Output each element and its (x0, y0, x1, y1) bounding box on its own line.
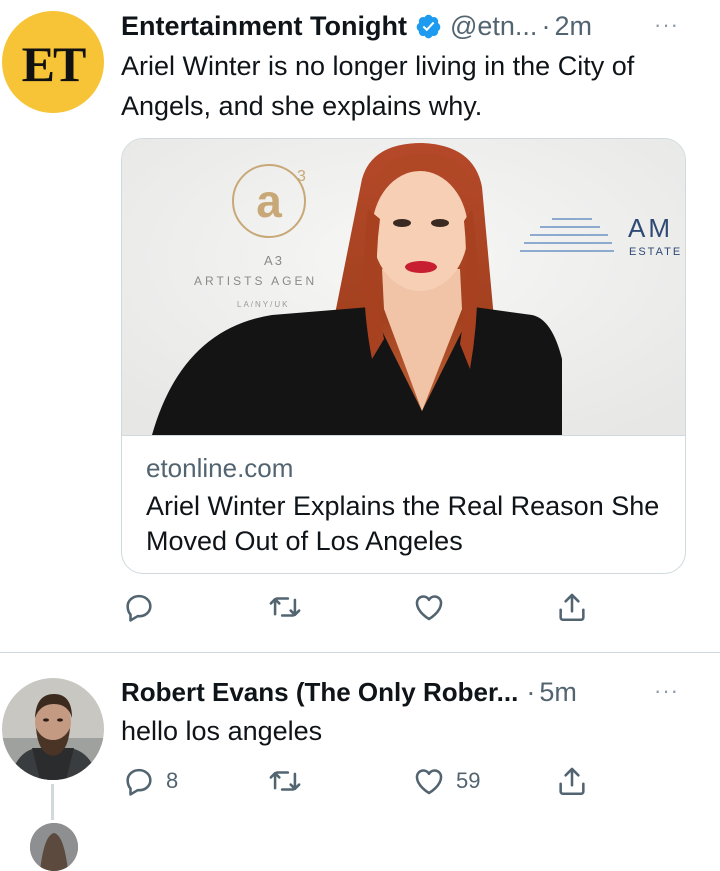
display-name[interactable]: Robert Evans (The Only Rober... (121, 677, 518, 708)
card-domain: etonline.com (146, 453, 294, 483)
verified-badge-icon (416, 14, 441, 38)
tweet-header: Entertainment Tonight @etn... · 2m (121, 6, 592, 46)
like-button[interactable]: 59 (412, 764, 480, 798)
share-button[interactable] (555, 590, 599, 624)
dot-separator: · (541, 10, 551, 41)
card-divider (122, 435, 685, 436)
reply-icon (126, 768, 152, 796)
retweet-icon (269, 771, 301, 791)
tweet-text: Ariel Winter is no longer living in the … (121, 51, 635, 121)
entertainment-tonight-avatar[interactable]: ET (2, 11, 104, 113)
link-preview-card[interactable]: a 3 A3 ARTISTS AGEN LA/NY/UK AM ESTATE e… (121, 138, 686, 574)
backdrop-sponsor-sub: ESTATE (629, 246, 682, 258)
tweet-header: Robert Evans (The Only Rober... · 5m (121, 672, 577, 712)
retweet-icon (269, 597, 301, 617)
reply-button[interactable]: 8 (122, 764, 178, 798)
article-image: a 3 A3 ARTISTS AGEN LA/NY/UK AM ESTATE (122, 139, 685, 435)
share-icon (559, 767, 585, 796)
backdrop-brand-sub: ARTISTS AGEN (194, 274, 317, 288)
backdrop-brand-loc: LA/NY/UK (237, 300, 289, 309)
reply-count: 8 (166, 768, 179, 793)
more-options-icon[interactable]: ··· (654, 12, 679, 38)
tweet-text: hello los angeles (121, 716, 323, 746)
timestamp[interactable]: 5m (539, 677, 577, 708)
display-name[interactable]: Entertainment Tonight (121, 11, 407, 42)
dot-separator: · (526, 676, 536, 707)
more-options-icon[interactable]: ··· (654, 678, 679, 704)
user-handle[interactable]: @etn... (450, 11, 537, 42)
avatar-photo (30, 823, 78, 871)
next-reply-avatar[interactable] (30, 823, 78, 871)
avatar-photo (2, 678, 104, 780)
retweet-button[interactable] (268, 590, 312, 624)
like-count: 59 (456, 768, 481, 793)
reply-button[interactable] (122, 590, 166, 624)
tweet-separator (0, 652, 720, 653)
timestamp[interactable]: 2m (554, 11, 592, 42)
card-title: Ariel Winter Explains the Real Reason Sh… (146, 491, 660, 556)
backdrop-logo-sup: 3 (297, 168, 306, 185)
heart-icon (415, 595, 443, 621)
backdrop-sponsor-name: AM (628, 213, 673, 243)
retweet-button[interactable] (268, 764, 312, 798)
heart-icon (415, 769, 443, 795)
backdrop-logo-mark: a (256, 175, 282, 227)
share-icon (559, 593, 585, 622)
avatar-text: ET (21, 36, 87, 92)
like-button[interactable] (412, 590, 456, 624)
backdrop-brand: A3 (264, 253, 284, 268)
thread-connector-line (51, 784, 54, 820)
share-button[interactable] (555, 764, 599, 798)
reply-icon (126, 594, 152, 622)
robert-evans-avatar[interactable] (2, 678, 104, 780)
